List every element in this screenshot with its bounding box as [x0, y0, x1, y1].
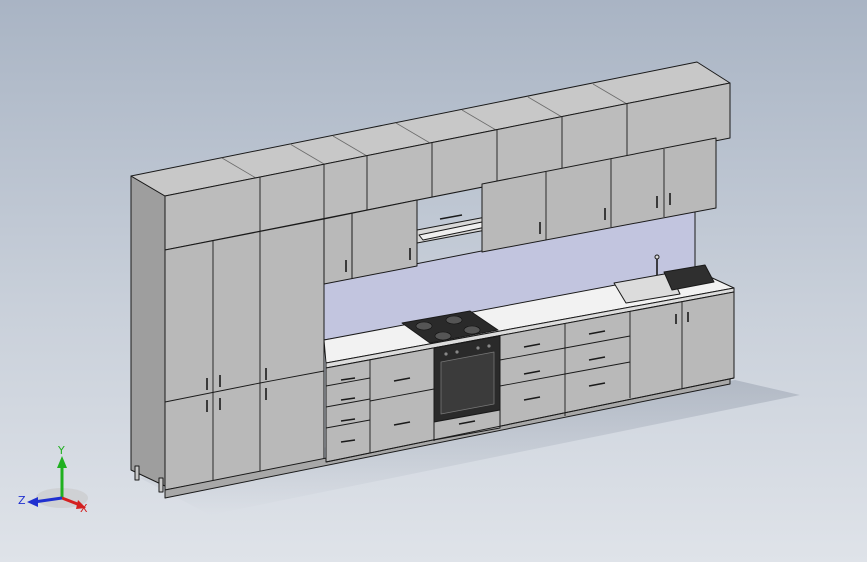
triad-z-label: Z: [18, 494, 26, 507]
kitchen-model-render[interactable]: [0, 0, 867, 562]
leg-mid: [158, 477, 164, 493]
triad-y-arrow-icon: [57, 456, 67, 468]
sink-faucet-head: [654, 254, 660, 260]
orientation-triad[interactable]: Y X Z: [14, 442, 94, 522]
oven-glass: [440, 351, 495, 415]
range-hood-handle: [439, 214, 463, 220]
tall-column-side: [130, 175, 166, 487]
leg-left: [134, 465, 140, 481]
tall-pantry-front: [164, 218, 325, 491]
cad-viewport[interactable]: Y X Z: [0, 0, 867, 562]
triad-x-label: X: [80, 502, 88, 515]
triad-z-arrow-icon: [27, 497, 38, 507]
triad-y-label: Y: [57, 444, 65, 457]
